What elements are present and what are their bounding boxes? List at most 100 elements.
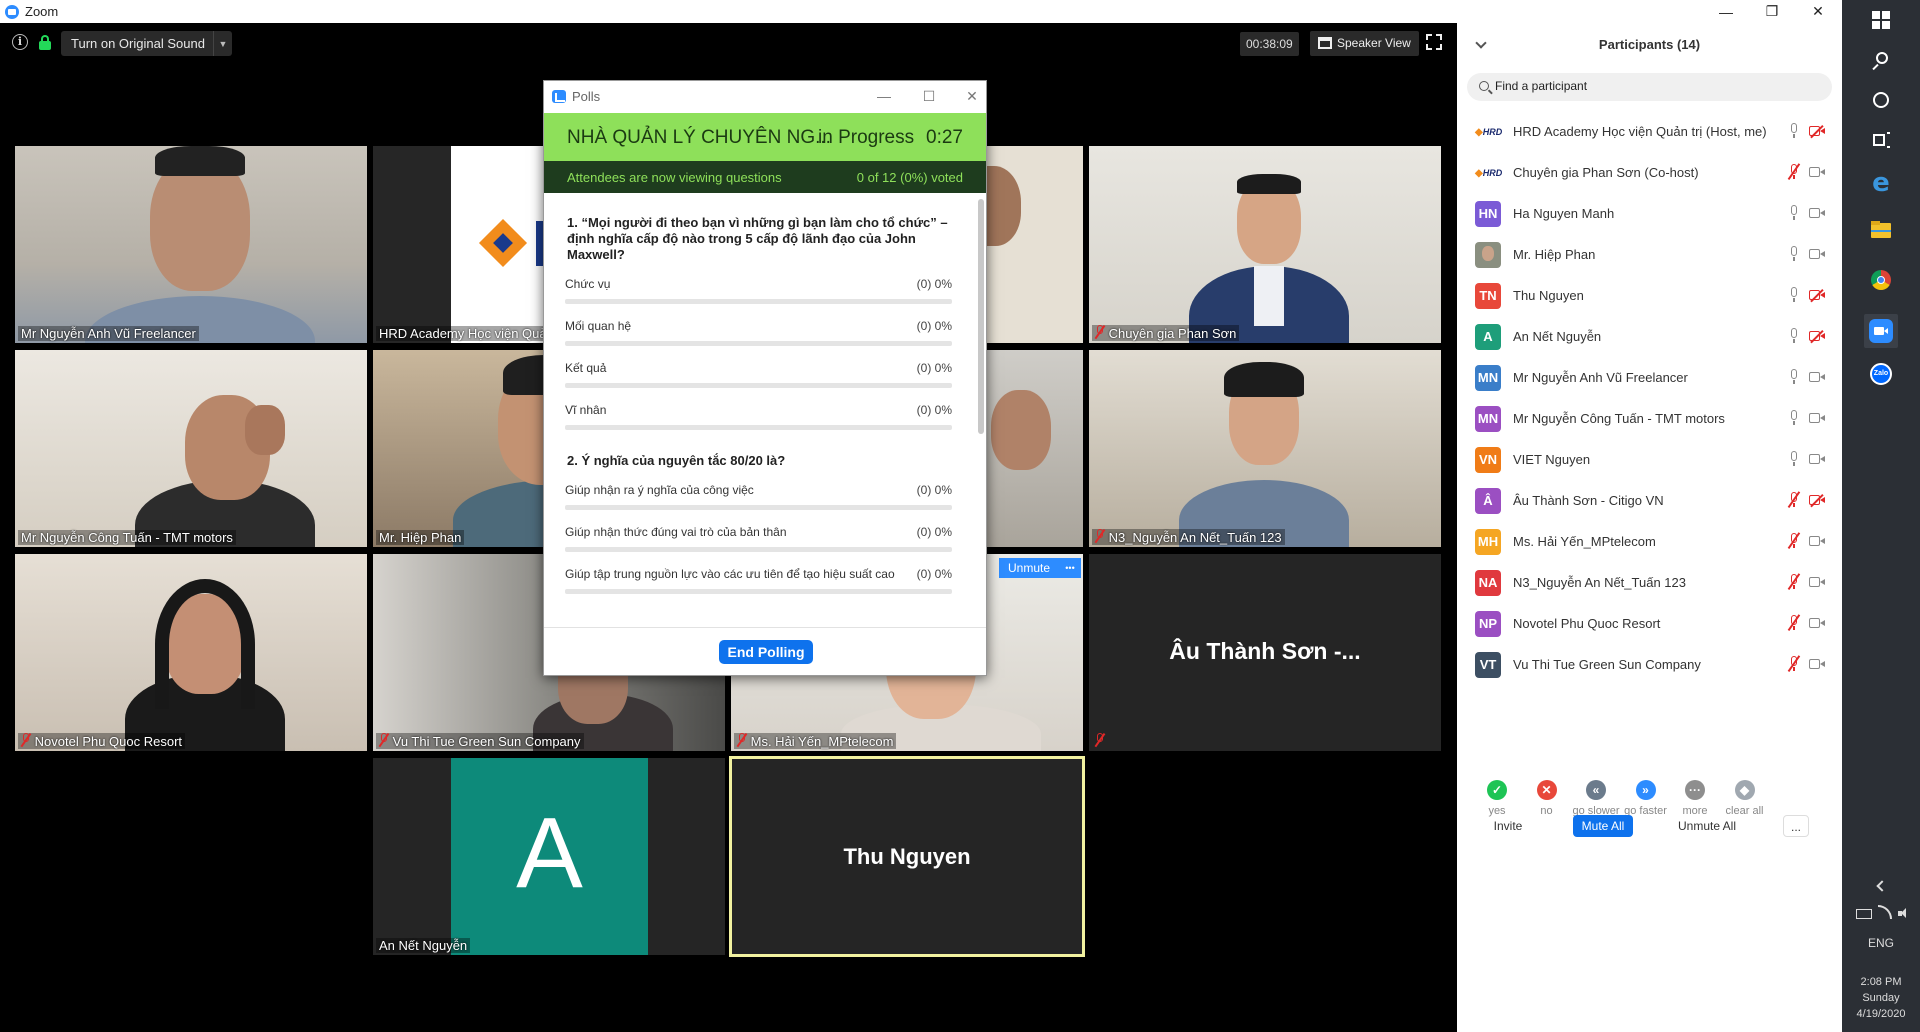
muted-mic-icon[interactable] — [1788, 615, 1800, 631]
input-language[interactable]: ENG — [1842, 936, 1920, 951]
muted-mic-icon[interactable] — [1788, 164, 1800, 180]
clock-date: 4/19/2020 — [1856, 1008, 1906, 1020]
participant-row[interactable]: MH Ms. Hải Yến_MPtelecom — [1457, 521, 1842, 562]
muted-mic-icon[interactable] — [1788, 492, 1800, 508]
participant-row[interactable]: VT Vu Thi Tue Green Sun Company — [1457, 644, 1842, 685]
video-tile[interactable]: Mr Nguyễn Anh Vũ Freelancer — [15, 146, 367, 343]
unmute-all-button[interactable]: Unmute All — [1667, 815, 1747, 837]
participant-row[interactable]: NP Novotel Phu Quoc Resort — [1457, 603, 1842, 644]
video-tile[interactable]: Chuyên gia Phan Sơn — [1089, 146, 1441, 343]
camera-icon[interactable] — [1809, 208, 1825, 219]
participant-name: Vu Thi Tue Green Sun Company — [1513, 657, 1701, 672]
mic-icon[interactable] — [1788, 123, 1800, 139]
chevron-left-icon[interactable] — [1872, 878, 1890, 896]
camera-icon[interactable] — [1809, 536, 1825, 547]
participant-row[interactable]: A An Nết Nguyễn — [1457, 316, 1842, 357]
mic-icon[interactable] — [1788, 328, 1800, 344]
maximize-icon[interactable]: ☐ — [914, 85, 944, 107]
camera-off-icon[interactable] — [1809, 331, 1825, 342]
camera-icon[interactable] — [1809, 577, 1825, 588]
video-tile[interactable]: Âu Thành Sơn -... — [1089, 554, 1441, 751]
invite-button[interactable]: Invite — [1485, 815, 1531, 837]
video-tile[interactable]: A An Nết Nguyễn — [373, 758, 725, 955]
participant-row[interactable]: TN Thu Nguyen — [1457, 275, 1842, 316]
camera-icon[interactable] — [1809, 618, 1825, 629]
mic-icon[interactable] — [1788, 205, 1800, 221]
zalo-icon[interactable]: Zalo — [1869, 362, 1893, 386]
muted-mic-icon[interactable] — [1788, 574, 1800, 590]
camera-icon[interactable] — [1809, 167, 1825, 178]
camera-icon[interactable] — [1809, 413, 1825, 424]
muted-mic-icon[interactable] — [1788, 656, 1800, 672]
speaker-view-button[interactable]: Speaker View — [1310, 31, 1419, 56]
unmute-button[interactable]: Unmute — [999, 558, 1059, 578]
windows-start-icon[interactable] — [1869, 8, 1893, 32]
reaction-button[interactable]: ··· more — [1670, 780, 1720, 817]
encryption-lock-icon[interactable] — [39, 35, 51, 50]
mic-icon[interactable] — [1788, 451, 1800, 467]
camera-icon[interactable] — [1809, 372, 1825, 383]
task-view-icon[interactable] — [1869, 128, 1893, 152]
end-polling-button[interactable]: End Polling — [719, 640, 813, 664]
mute-all-button[interactable]: Mute All — [1573, 815, 1633, 837]
zoom-taskbar-icon[interactable] — [1864, 314, 1898, 348]
video-tile[interactable]: N3_Nguyễn An Nết_Tuấn 123 — [1089, 350, 1441, 547]
edge-browser-icon[interactable]: e — [1869, 170, 1893, 196]
camera-off-icon[interactable] — [1809, 126, 1825, 137]
more-options-icon[interactable]: ••• — [1059, 558, 1081, 578]
reaction-button[interactable]: ◆ clear all — [1720, 780, 1770, 817]
poll-option: Giúp tập trung nguồn lực vào các ưu tiên… — [565, 559, 952, 601]
wifi-icon[interactable] — [1878, 905, 1892, 919]
volume-icon[interactable] — [1898, 908, 1910, 918]
video-tile[interactable]: Mr Nguyễn Công Tuấn - TMT motors — [15, 350, 367, 547]
mic-icon[interactable] — [1788, 246, 1800, 262]
camera-off-icon[interactable] — [1809, 290, 1825, 301]
clock-time: 2:08 PM — [1860, 976, 1902, 988]
minimize-icon[interactable]: — — [1703, 0, 1749, 23]
participant-row[interactable]: Mr. Hiệp Phan — [1457, 234, 1842, 275]
participant-row[interactable]: HRD Chuyên gia Phan Sơn (Co-host) — [1457, 152, 1842, 193]
participant-row[interactable]: VN VIET Nguyen — [1457, 439, 1842, 480]
participant-row[interactable]: Â Âu Thành Sơn - Citigo VN — [1457, 480, 1842, 521]
participant-row[interactable]: MN Mr Nguyễn Anh Vũ Freelancer — [1457, 357, 1842, 398]
poll-header: NHÀ QUẢN LÝ CHUYÊN NG... in Progress 0:2… — [544, 113, 986, 161]
minimize-icon[interactable]: — — [869, 85, 899, 107]
reaction-button[interactable]: «go slower — [1571, 780, 1621, 817]
mic-icon[interactable] — [1788, 369, 1800, 385]
participant-search[interactable] — [1467, 73, 1832, 101]
poll-scrollbar[interactable] — [978, 199, 984, 434]
search-icon[interactable] — [1869, 48, 1893, 72]
avatar: MH — [1475, 529, 1501, 555]
video-tile[interactable]: Novotel Phu Quoc Resort — [15, 554, 367, 751]
camera-off-icon[interactable] — [1809, 495, 1825, 506]
info-icon[interactable]: i — [12, 34, 28, 50]
active-speaker-tile[interactable]: Thu Nguyen — [729, 756, 1085, 957]
participant-row[interactable]: HRD HRD Academy Học viện Quản trị (Host, … — [1457, 111, 1842, 152]
file-explorer-icon[interactable] — [1869, 218, 1893, 242]
reaction-button[interactable]: ✕ no — [1522, 780, 1572, 817]
search-input[interactable] — [1495, 79, 1815, 93]
reaction-button[interactable]: » go faster — [1621, 780, 1671, 817]
cortana-icon[interactable] — [1869, 88, 1893, 112]
more-options-button[interactable]: ... — [1783, 815, 1809, 837]
muted-mic-icon[interactable] — [1788, 533, 1800, 549]
chevron-down-icon[interactable]: ▼ — [214, 39, 232, 49]
original-sound-button[interactable]: Turn on Original Sound ▼ — [61, 31, 232, 56]
participant-row[interactable]: HN Ha Nguyen Manh — [1457, 193, 1842, 234]
mic-icon[interactable] — [1788, 410, 1800, 426]
participant-row[interactable]: NA N3_Nguyễn An Nết_Tuấn 123 — [1457, 562, 1842, 603]
restore-icon[interactable]: ❐ — [1749, 0, 1795, 23]
battery-icon[interactable] — [1856, 909, 1872, 919]
reaction-button[interactable]: ✓ yes — [1472, 780, 1522, 817]
mic-icon[interactable] — [1788, 287, 1800, 303]
camera-icon[interactable] — [1809, 659, 1825, 670]
close-icon[interactable]: ✕ — [957, 85, 987, 107]
participant-row[interactable]: MN Mr Nguyễn Công Tuấn - TMT motors — [1457, 398, 1842, 439]
camera-icon[interactable] — [1809, 454, 1825, 465]
chrome-icon[interactable] — [1869, 268, 1893, 292]
avatar: VT — [1475, 652, 1501, 678]
close-icon[interactable]: ✕ — [1795, 0, 1841, 23]
fullscreen-icon[interactable] — [1426, 34, 1442, 50]
camera-icon[interactable] — [1809, 249, 1825, 260]
poll-results[interactable]: 1. “Mọi người đi theo bạn vì những gì bạ… — [544, 193, 986, 628]
